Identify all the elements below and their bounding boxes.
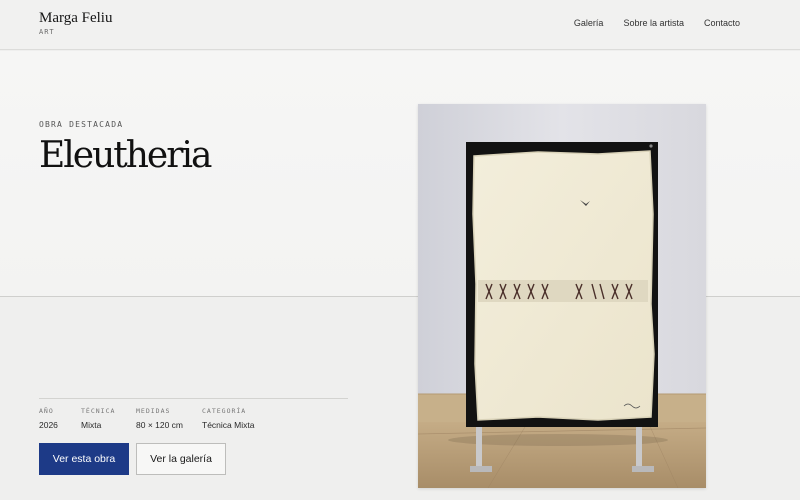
meta-divider [39, 398, 348, 399]
meta-label: AÑO [39, 407, 54, 415]
meta-category: CATEGORÍA Técnica Mixta [202, 407, 282, 430]
brand-subtitle: ART [39, 28, 55, 36]
meta-label: CATEGORÍA [202, 407, 247, 415]
nav-link-contacto[interactable]: Contacto [704, 18, 740, 28]
meta-label: MEDIDAS [136, 407, 171, 415]
meta-value: Mixta [81, 420, 102, 430]
view-gallery-button[interactable]: Ver la galería [136, 443, 226, 475]
meta-value: 2026 [39, 420, 58, 430]
artwork-title: Eleutheria [39, 135, 212, 176]
artwork-photo [418, 104, 706, 488]
brand-name: Marga Feliu [39, 10, 113, 26]
site-header: Marga Feliu ART Galería Sobre la artista… [0, 0, 800, 50]
meta-value: 80 × 120 cm [136, 420, 184, 430]
featured-eyebrow: OBRA DESTACADA [39, 120, 124, 129]
meta-value: Técnica Mixta [202, 420, 255, 430]
meta-dimensions: MEDIDAS 80 × 120 cm [136, 407, 202, 430]
meta-technique: TÉCNICA Mixta [81, 407, 136, 430]
meta-label: TÉCNICA [81, 407, 116, 415]
view-artwork-button[interactable]: Ver esta obra [39, 443, 129, 475]
nav-link-galeria[interactable]: Galería [574, 18, 604, 28]
brand-logo[interactable]: Marga Feliu ART [39, 10, 112, 36]
main-nav: Galería Sobre la artista Contacto [574, 18, 740, 28]
nav-link-sobre-la-artista[interactable]: Sobre la artista [623, 18, 684, 28]
meta-year: AÑO 2026 [39, 407, 81, 430]
featured-artwork-image[interactable] [418, 104, 706, 488]
artwork-meta: AÑO 2026 TÉCNICA Mixta MEDIDAS 80 × 120 … [39, 407, 282, 430]
